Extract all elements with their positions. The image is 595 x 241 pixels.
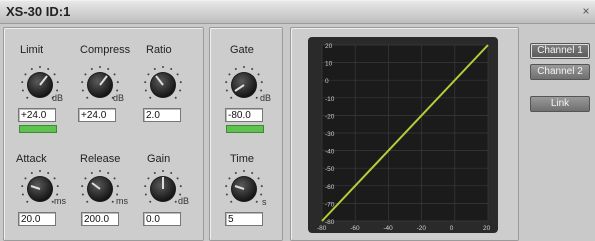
channel-1-button[interactable]: Channel 1: [530, 43, 590, 59]
title-bar: XS-30 ID:1 ×: [0, 1, 595, 24]
y-tick-label: -10: [325, 96, 335, 103]
time-label: Time: [230, 153, 255, 165]
release-label: Release: [80, 153, 121, 165]
gain-unit: dB: [178, 196, 190, 206]
y-tick-label: -30: [325, 131, 335, 138]
attack-label: Attack: [16, 153, 47, 165]
ratio-field[interactable]: 2.0: [143, 108, 181, 122]
gate-field[interactable]: -80.0: [225, 108, 263, 122]
x-tick-label: 0: [450, 225, 454, 232]
limit-label: Limit: [20, 44, 44, 56]
y-tick-label: -20: [325, 113, 335, 120]
release-field[interactable]: 200.0: [81, 212, 119, 226]
y-tick-label: 10: [325, 61, 333, 68]
window-title: XS-30 ID:1: [6, 4, 71, 19]
y-tick-label: -60: [325, 184, 335, 191]
transfer-curve-graph: 20 10 0 -10 -20 -30 -40 -50 -60 -70 -80-80 -60 -40 -2…: [308, 37, 498, 233]
gate-meter: [226, 125, 264, 133]
x-tick-label: -80: [317, 225, 327, 232]
y-tick-label: -80: [325, 219, 335, 226]
y-tick-label: -40: [325, 149, 335, 156]
attack-field[interactable]: 20.0: [18, 212, 56, 226]
limit-field[interactable]: +24.0: [18, 108, 56, 122]
time-knob[interactable]: [222, 167, 266, 211]
time-unit: s: [262, 197, 267, 207]
x-tick-label: -20: [417, 225, 427, 232]
compress-field[interactable]: +24.0: [78, 108, 116, 122]
link-button[interactable]: Link: [530, 96, 590, 112]
x-tick-label: -60: [350, 225, 360, 232]
attack-unit: ms: [54, 196, 66, 206]
close-icon[interactable]: ×: [579, 4, 593, 18]
limit-unit: dB: [52, 93, 64, 103]
y-tick-label: 0: [325, 78, 329, 85]
limit-meter: [19, 125, 57, 133]
ratio-knob[interactable]: [141, 63, 185, 107]
ratio-label: Ratio: [146, 44, 172, 56]
y-tick-label: -70: [325, 201, 335, 208]
gain-label: Gain: [147, 153, 171, 165]
gain-field[interactable]: 0.0: [143, 212, 181, 226]
y-tick-label: 20: [325, 43, 333, 50]
release-unit: ms: [116, 196, 128, 206]
compress-unit: dB: [113, 93, 125, 103]
channel-2-button[interactable]: Channel 2: [530, 64, 590, 80]
xs30-window: XS-30 ID:1 × Limit dB +24.0 Compress dB …: [0, 0, 595, 241]
time-field[interactable]: 5: [225, 212, 263, 226]
y-tick-label: -50: [325, 166, 335, 173]
x-tick-label: 20: [483, 225, 491, 232]
x-tick-label: -40: [383, 225, 393, 232]
gate-label: Gate: [230, 44, 254, 56]
gate-unit: dB: [260, 93, 272, 103]
compress-label: Compress: [80, 44, 131, 56]
